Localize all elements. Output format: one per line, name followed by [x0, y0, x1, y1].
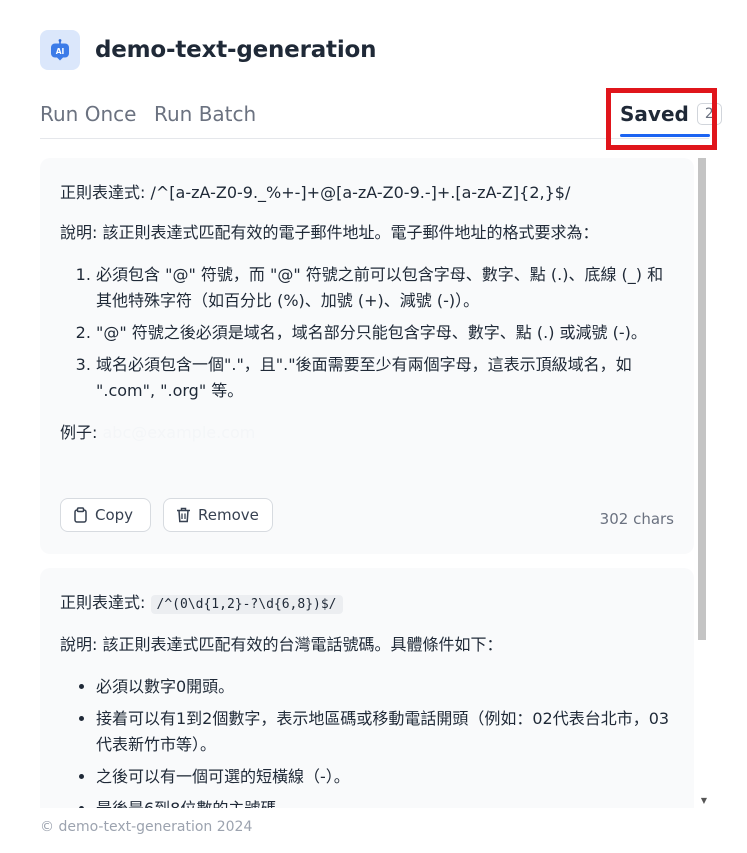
message-title: 正則表達式: /^[a-zA-Z0-9._%+-]+@[a-zA-Z0-9.-]… [60, 183, 571, 202]
tab-run-batch[interactable]: Run Batch [154, 102, 256, 126]
list-item: 接着可以有1到2個數字，表示地區碼或移動電話開頭（例如：02代表台北市，03代表… [96, 706, 674, 758]
robot-ai-icon: AI [40, 30, 80, 70]
app-header: AI demo-text-generation [40, 30, 377, 70]
list-item: 之後可以有一個可選的短橫線（-）。 [96, 764, 674, 790]
tab-run-once[interactable]: Run Once [40, 102, 136, 126]
list-item: 最後是6到8位數的主號碼。 [96, 796, 674, 808]
char-count: 302 chars [599, 510, 674, 528]
clipboard-icon [74, 507, 87, 523]
list-item: "@" 符號之後必須是域名，域名部分只能包含字母、數字、點 (.) 或減號 (-… [96, 320, 674, 346]
message-title: 正則表達式: /^(0\d{1,2}-?\d{6,8})$/ [60, 590, 674, 618]
copy-button[interactable]: Copy [60, 498, 151, 532]
scrollbar-thumb[interactable] [698, 158, 706, 640]
copy-button-label: Copy [95, 506, 134, 524]
scrollbar[interactable]: ▼ [698, 158, 708, 808]
message-description: 說明: 該正則表達式匹配有效的台灣電話號碼。具體條件如下： [60, 635, 503, 654]
example-label: 例子: [60, 423, 98, 442]
saved-message-card: 正則表達式: /^[a-zA-Z0-9._%+-]+@[a-zA-Z0-9.-]… [40, 158, 694, 554]
highlight-box [606, 88, 717, 150]
example-value: abc@example.com [102, 423, 256, 442]
message-bullet-list: 必須以數字0開頭。 接着可以有1到2個數字，表示地區碼或移動電話開頭（例如：02… [60, 674, 674, 808]
list-item: 必須包含 "@" 符號，而 "@" 符號之前可以包含字母、數字、點 (.)、底線… [96, 262, 674, 314]
saved-list[interactable]: 正則表達式: /^[a-zA-Z0-9._%+-]+@[a-zA-Z0-9.-]… [40, 158, 708, 808]
list-item: 域名必須包含一個"."，且"."後面需要至少有兩個字母，這表示頂級域名，如 ".… [96, 352, 674, 404]
scroll-down-arrow-icon[interactable]: ▼ [701, 797, 707, 805]
list-item: 必須以數字0開頭。 [96, 674, 674, 700]
trash-icon [177, 507, 190, 523]
message-description: 說明: 該正則表達式匹配有效的電子郵件地址。電子郵件地址的格式要求為： [60, 223, 599, 242]
message-title-label: 正則表達式: [60, 593, 146, 612]
remove-button-label: Remove [198, 506, 259, 524]
remove-button[interactable]: Remove [163, 498, 273, 532]
message-ordered-list: 必須包含 "@" 符號，而 "@" 符號之前可以包含字母、數字、點 (.)、底線… [60, 262, 674, 404]
saved-message-card: 正則表達式: /^(0\d{1,2}-?\d{6,8})$/ 說明: 該正則表達… [40, 568, 694, 808]
svg-text:AI: AI [56, 47, 65, 56]
regex-code: /^(0\d{1,2}-?\d{6,8})$/ [150, 595, 343, 614]
app-title: demo-text-generation [95, 37, 377, 63]
footer-copyright: © demo-text-generation 2024 [40, 819, 253, 835]
message-example: 例子: abc@example.com [60, 420, 674, 446]
